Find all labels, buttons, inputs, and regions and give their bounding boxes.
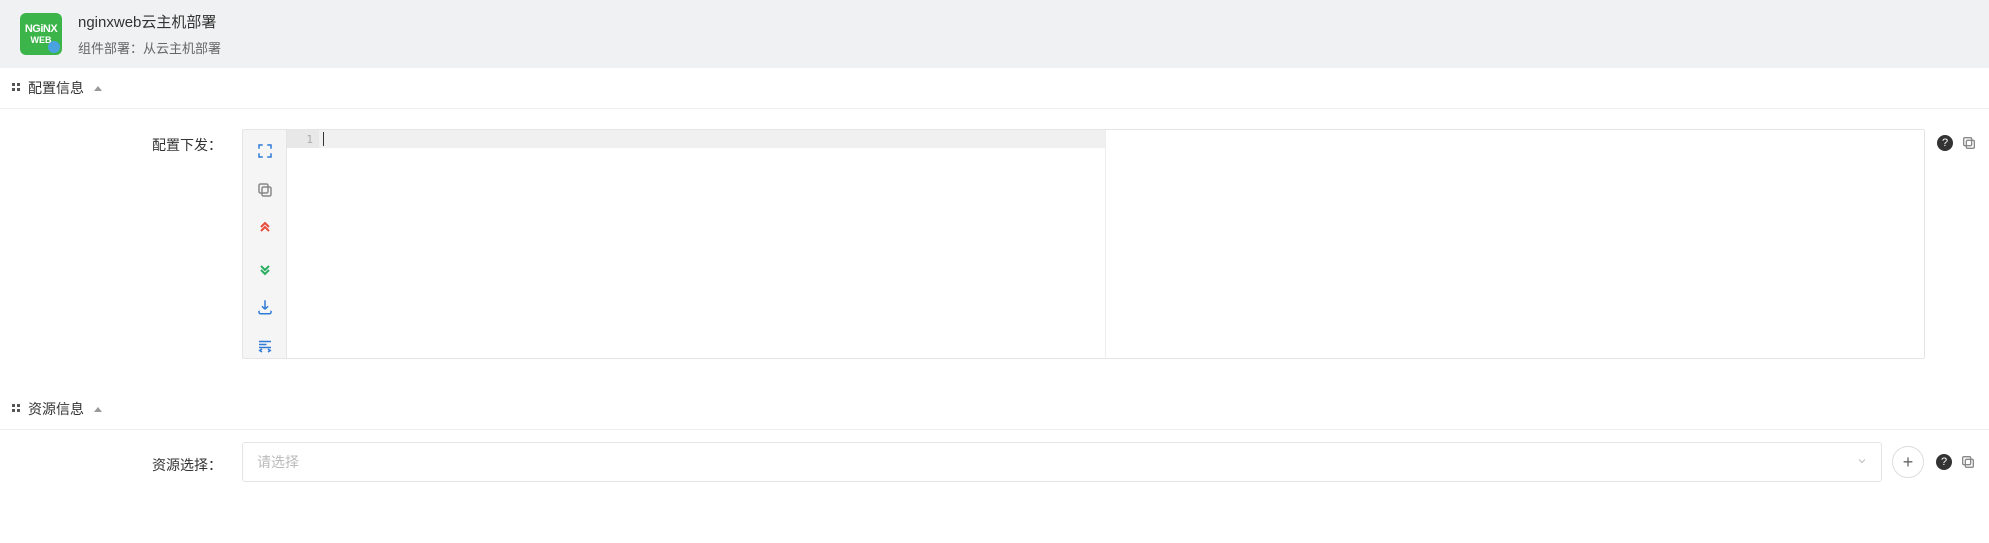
copy-field-icon[interactable] — [1960, 454, 1976, 470]
logo-badge-icon — [48, 41, 60, 53]
editor-left-pane[interactable]: 1 — [287, 130, 1106, 358]
app-logo: NGiNX WEB — [20, 13, 62, 55]
format-code-button[interactable] — [251, 333, 279, 358]
chevron-up-icon — [94, 86, 102, 91]
editor-toolbar — [243, 130, 287, 358]
page-title: nginxweb云主机部署 — [78, 11, 221, 32]
grip-icon — [12, 83, 22, 93]
config-row: 配置下发： 1 — [0, 109, 1989, 389]
config-label: 配置下发： — [12, 129, 242, 155]
section-header-config[interactable]: 配置信息 — [0, 68, 1989, 109]
grip-icon — [12, 404, 22, 414]
logo-text-1: NGiNX — [25, 24, 57, 35]
editor-right-pane[interactable] — [1106, 130, 1924, 358]
expand-down-button[interactable] — [251, 255, 279, 280]
resource-label: 资源选择： — [12, 449, 242, 475]
resource-row: 资源选择： + ? — [0, 430, 1989, 502]
section-title-config: 配置信息 — [28, 78, 84, 98]
download-button[interactable] — [251, 294, 279, 319]
copy-field-icon[interactable] — [1961, 135, 1977, 151]
add-resource-button[interactable]: + — [1892, 446, 1924, 478]
help-icon[interactable]: ? — [1937, 135, 1953, 151]
collapse-up-button[interactable] — [251, 216, 279, 241]
section-header-resource[interactable]: 资源信息 — [0, 389, 1989, 430]
diff-editor[interactable]: 1 — [242, 129, 1925, 359]
page-subtitle: 组件部署：从云主机部署 — [78, 38, 221, 57]
chevron-up-icon — [94, 407, 102, 412]
page-header: NGiNX WEB nginxweb云主机部署 组件部署：从云主机部署 — [0, 0, 1989, 68]
line-number: 1 — [287, 130, 319, 148]
help-icon[interactable]: ? — [1936, 454, 1952, 470]
fullscreen-button[interactable] — [251, 138, 279, 163]
section-title-resource: 资源信息 — [28, 399, 84, 419]
resource-select[interactable] — [242, 442, 1882, 482]
copy-button[interactable] — [251, 177, 279, 202]
